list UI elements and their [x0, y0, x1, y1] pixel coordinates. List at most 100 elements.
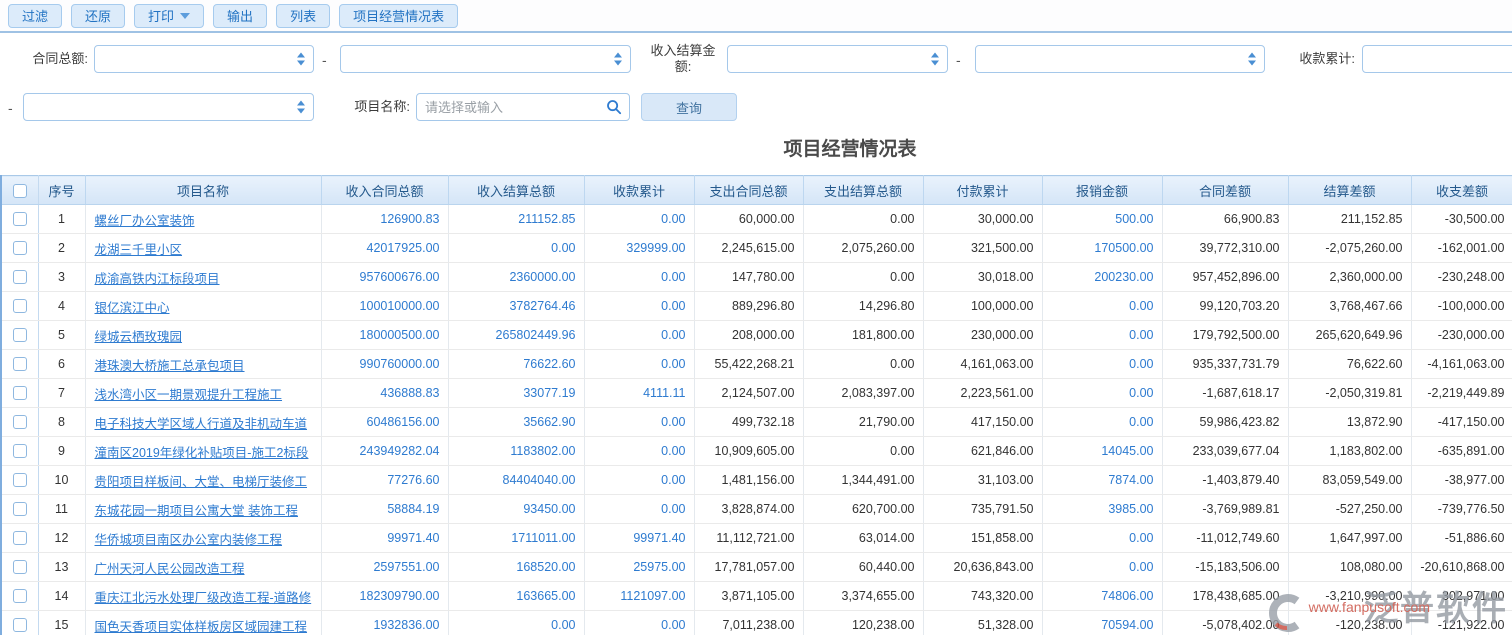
row-checkbox[interactable]	[13, 299, 27, 313]
column-header-project-name[interactable]: 项目名称	[85, 176, 321, 205]
amount-cell: 2597551.00	[321, 553, 448, 582]
column-header-settlement-diff[interactable]: 结算差额	[1288, 176, 1411, 205]
row-checkbox[interactable]	[13, 531, 27, 545]
amount-cell: 126900.83	[321, 205, 448, 234]
table-row: 12华侨城项目南区办公室内装修工程99971.401711011.0099971…	[1, 524, 1512, 553]
project-name-link[interactable]: 电子科技大学区域人行道及非机动车道	[95, 417, 308, 431]
project-name-link[interactable]: 螺丝厂办公室装饰	[95, 214, 195, 228]
row-checkbox[interactable]	[13, 589, 27, 603]
spinner-icon[interactable]	[931, 53, 939, 66]
amount-cell: 3,374,655.00	[803, 582, 923, 611]
restore-button[interactable]: 还原	[71, 4, 125, 28]
income-settlement-max-field[interactable]	[976, 46, 1264, 72]
column-header-income-settlement-total[interactable]: 收入结算总额	[448, 176, 584, 205]
contract-total-max-input[interactable]	[340, 45, 631, 73]
contract-total-min-input[interactable]	[94, 45, 314, 73]
table-row: 7浅水湾小区一期景观提升工程施工436888.8333077.194111.11…	[1, 379, 1512, 408]
column-header-index[interactable]: 序号	[38, 176, 85, 205]
amount-cell: 1711011.00	[448, 524, 584, 553]
amount-cell: 208,000.00	[694, 321, 803, 350]
row-checkbox[interactable]	[13, 386, 27, 400]
amount-cell: 108,080.00	[1288, 553, 1411, 582]
project-name-link[interactable]: 潼南区2019年绿化补贴项目-施工2标段	[95, 446, 309, 460]
project-name-combo[interactable]	[416, 93, 630, 121]
amount-cell: 178,438,685.00	[1162, 582, 1288, 611]
range-separator: -	[956, 52, 961, 68]
spinner-icon[interactable]	[1248, 53, 1256, 66]
column-header-collection-total[interactable]: 收款累计	[584, 176, 694, 205]
contract-total-min2-field[interactable]	[24, 94, 313, 120]
amount-cell: 2,360,000.00	[1288, 263, 1411, 292]
row-checkbox[interactable]	[13, 357, 27, 371]
project-name-link[interactable]: 绿城云栖玫瑰园	[95, 330, 183, 344]
row-checkbox-cell	[1, 408, 38, 437]
project-name-link[interactable]: 银亿滨江中心	[95, 301, 170, 315]
spinner-icon[interactable]	[297, 53, 305, 66]
project-name-cell: 重庆江北污水处理厂级改造工程-道路修	[85, 582, 321, 611]
project-name-link[interactable]: 贵阳项目样板间、大堂、电梯厅装修工	[95, 475, 308, 489]
spinner-icon[interactable]	[297, 101, 305, 114]
list-button[interactable]: 列表	[276, 4, 330, 28]
row-checkbox[interactable]	[13, 212, 27, 226]
amount-cell: 60,440.00	[803, 553, 923, 582]
column-header-expense-settlement-total[interactable]: 支出结算总额	[803, 176, 923, 205]
amount-cell: 31,103.00	[923, 466, 1042, 495]
amount-cell: 2,083,397.00	[803, 379, 923, 408]
project-name-link[interactable]: 浅水湾小区一期景观提升工程施工	[95, 388, 283, 402]
column-header-reimbursement[interactable]: 报销金额	[1042, 176, 1162, 205]
amount-cell: 147,780.00	[694, 263, 803, 292]
project-name-field[interactable]	[417, 94, 629, 120]
column-header-payment-total[interactable]: 付款累计	[923, 176, 1042, 205]
row-checkbox[interactable]	[13, 473, 27, 487]
row-checkbox[interactable]	[13, 270, 27, 284]
project-name-link[interactable]: 港珠澳大桥施工总承包项目	[95, 359, 245, 373]
row-checkbox[interactable]	[13, 328, 27, 342]
row-checkbox-cell	[1, 495, 38, 524]
project-name-link[interactable]: 龙湖三千里小区	[95, 243, 183, 257]
project-name-link[interactable]: 重庆江北污水处理厂级改造工程-道路修	[95, 591, 312, 605]
income-settlement-min-field[interactable]	[728, 46, 947, 72]
row-checkbox[interactable]	[13, 415, 27, 429]
contract-total-min2-input[interactable]	[23, 93, 314, 121]
project-name-link[interactable]: 国色天香项目实体样板房区域园建工程	[95, 620, 308, 634]
project-name-link[interactable]: 东城花园一期项目公寓大堂 装饰工程	[95, 504, 298, 518]
row-checkbox[interactable]	[13, 241, 27, 255]
row-index: 3	[38, 263, 85, 292]
query-button[interactable]: 查询	[641, 93, 737, 121]
spinner-icon[interactable]	[614, 53, 622, 66]
report-tab-button[interactable]: 项目经营情况表	[339, 4, 458, 28]
column-header-balance-diff[interactable]: 收支差额	[1411, 176, 1512, 205]
collection-total-field[interactable]	[1363, 46, 1512, 72]
row-checkbox[interactable]	[13, 502, 27, 516]
filter-button[interactable]: 过滤	[8, 4, 62, 28]
amount-cell: 957,452,896.00	[1162, 263, 1288, 292]
amount-cell: 99971.40	[584, 524, 694, 553]
amount-cell: 83,059,549.00	[1288, 466, 1411, 495]
contract-total-max-field[interactable]	[341, 46, 630, 72]
column-header-income-contract-total[interactable]: 收入合同总额	[321, 176, 448, 205]
income-settlement-max-input[interactable]	[975, 45, 1265, 73]
amount-cell: 30,018.00	[923, 263, 1042, 292]
row-checkbox[interactable]	[13, 444, 27, 458]
column-header-contract-diff[interactable]: 合同差额	[1162, 176, 1288, 205]
amount-cell: 3782764.46	[448, 292, 584, 321]
project-name-link[interactable]: 成渝高铁内江标段项目	[95, 272, 220, 286]
amount-cell: 42017925.00	[321, 234, 448, 263]
search-icon[interactable]	[606, 99, 622, 115]
row-checkbox[interactable]	[13, 618, 27, 632]
contract-total-min-field[interactable]	[95, 46, 313, 72]
report-tab-label: 项目经营情况表	[353, 6, 444, 25]
amount-cell: -5,078,402.00	[1162, 611, 1288, 635]
export-button[interactable]: 输出	[213, 4, 267, 28]
project-name-link[interactable]: 华侨城项目南区办公室内装修工程	[95, 533, 283, 547]
amount-cell: 0.00	[1042, 408, 1162, 437]
app-window: 过滤 还原 打印 输出 列表 项目经营情况表 合同总额: - 收入结算金额: -	[0, 0, 1512, 635]
project-name-link[interactable]: 广州天河人民公园改造工程	[95, 562, 245, 576]
print-button[interactable]: 打印	[134, 4, 204, 28]
select-all-checkbox[interactable]	[13, 184, 27, 198]
collection-total-input[interactable]	[1362, 45, 1512, 73]
amount-cell: 14,296.80	[803, 292, 923, 321]
row-checkbox[interactable]	[13, 560, 27, 574]
column-header-expense-contract-total[interactable]: 支出合同总额	[694, 176, 803, 205]
income-settlement-min-input[interactable]	[727, 45, 948, 73]
